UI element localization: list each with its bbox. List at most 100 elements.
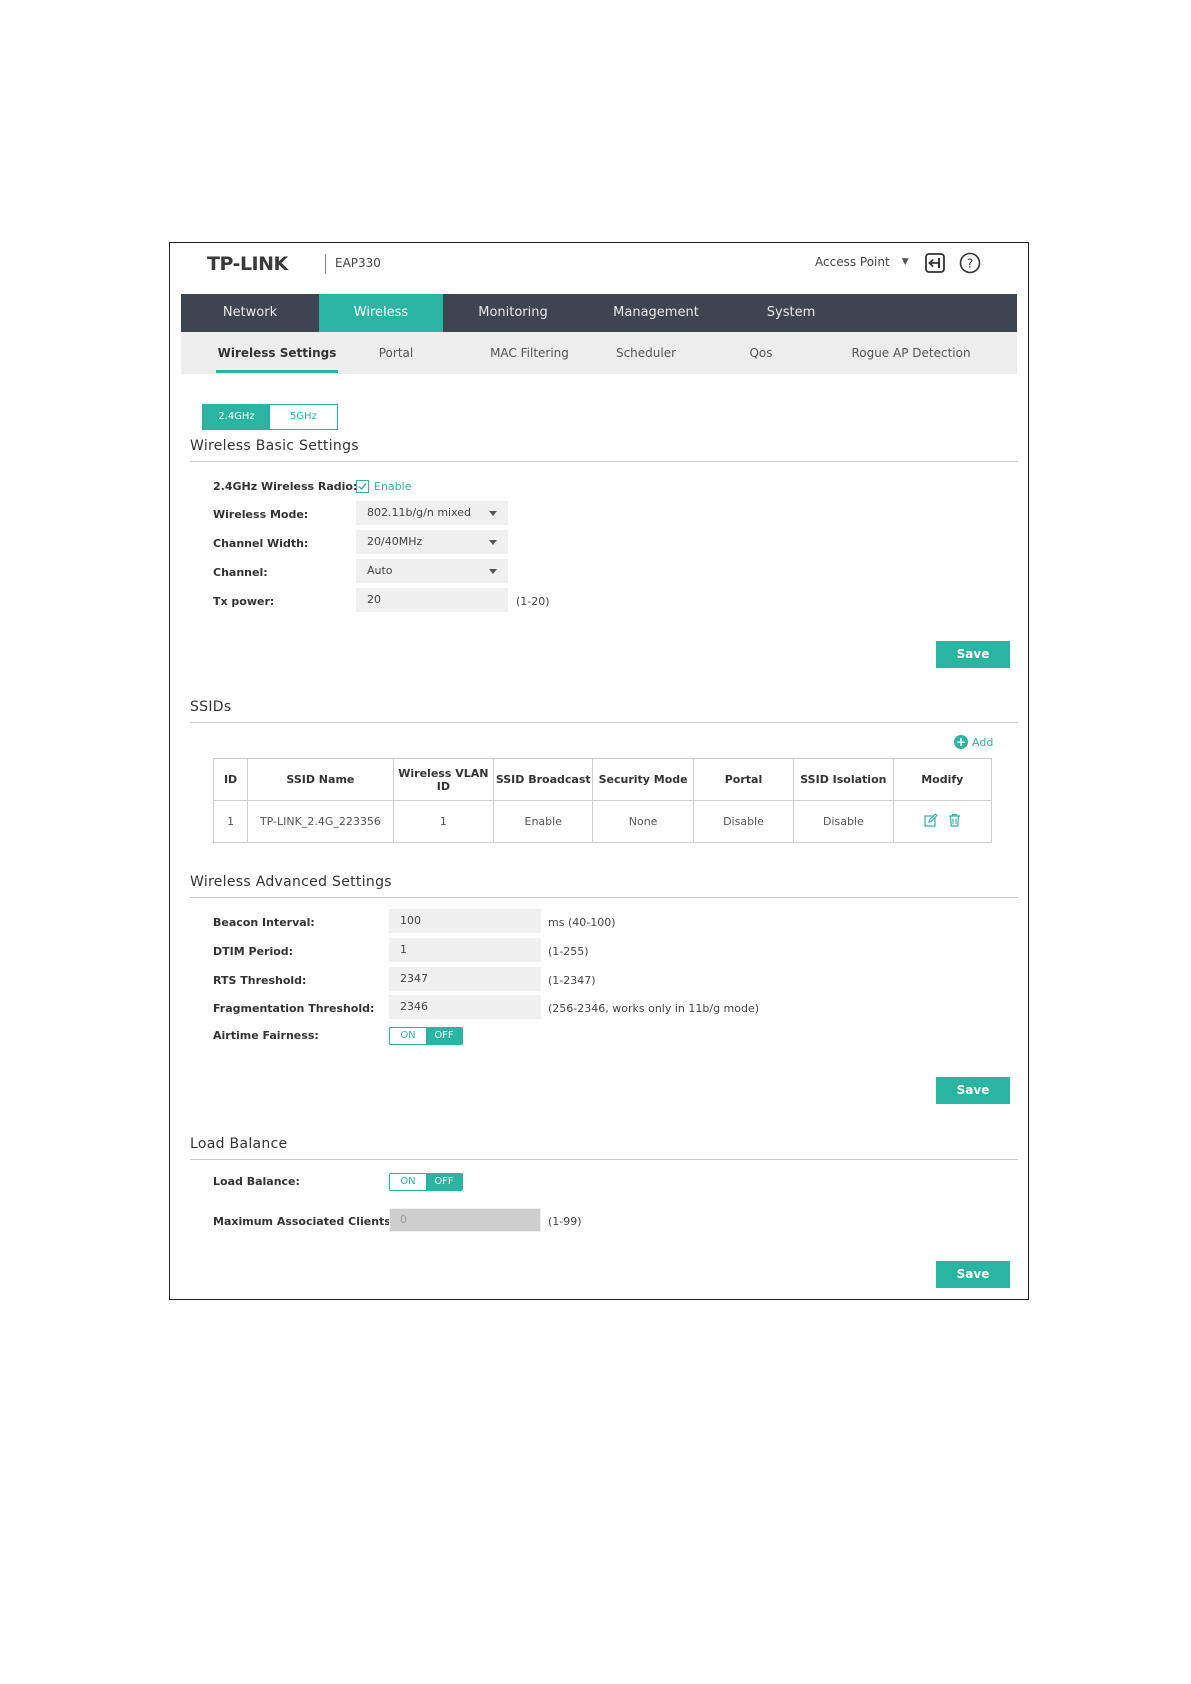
sub-nav: Wireless Settings Portal MAC Filtering S… [181, 332, 1017, 374]
col-ssid-name: SSID Name [247, 758, 394, 801]
frag-hint: (256-2346, works only in 11b/g mode) [548, 1002, 760, 1015]
band-2-4ghz[interactable]: 2.4GHz [203, 405, 270, 429]
advanced-settings-title: Wireless Advanced Settings [190, 874, 392, 890]
rts-threshold-input[interactable]: 2347 [389, 967, 541, 991]
beacon-hint: ms (40-100) [548, 916, 616, 929]
top-bar: TP-LINK EAP330 Access Point ▼ ? [170, 243, 1028, 295]
chevron-down-icon: ▼ [901, 257, 909, 267]
subtab-scheduler[interactable]: Scheduler [606, 332, 686, 374]
subtab-portal[interactable]: Portal [366, 332, 426, 374]
subtab-rogue-ap-detection[interactable]: Rogue AP Detection [831, 332, 991, 374]
max-clients-label: Maximum Associated Clients: [213, 1215, 396, 1228]
dtim-period-input[interactable]: 1 [389, 938, 541, 962]
add-ssid-label: Add [972, 735, 994, 749]
divider [190, 897, 1018, 898]
channel-width-value: 20/40MHz [367, 535, 423, 548]
tab-management[interactable]: Management [583, 294, 729, 332]
col-ssid-isolation: SSID Isolation [793, 758, 894, 801]
load-balance-label: Load Balance: [213, 1175, 300, 1188]
cell-ssid-isolation: Disable [793, 800, 894, 843]
dtim-hint: (1-255) [548, 945, 589, 958]
load-balance-toggle[interactable]: ON OFF [389, 1173, 463, 1191]
toggle-on[interactable]: ON [390, 1028, 426, 1044]
beacon-label: Beacon Interval: [213, 916, 315, 929]
airtime-fairness-toggle[interactable]: ON OFF [389, 1027, 463, 1045]
frag-label: Fragmentation Threshold: [213, 1002, 375, 1015]
col-vlan-id: Wireless VLAN ID [392, 758, 495, 801]
edit-icon[interactable] [924, 813, 938, 830]
subtab-qos[interactable]: Qos [736, 332, 786, 374]
max-clients-hint: (1-99) [548, 1215, 582, 1228]
radio-enable-checkbox[interactable]: Enable [356, 480, 411, 493]
basic-settings-title: Wireless Basic Settings [190, 438, 359, 454]
col-id: ID [212, 758, 249, 801]
cell-vlan-id: 1 [392, 800, 495, 843]
brand-logo: TP-LINK [207, 253, 288, 275]
toggle-on[interactable]: ON [390, 1174, 426, 1190]
mode-label: Wireless Mode: [213, 508, 309, 521]
tab-network[interactable]: Network [181, 294, 319, 332]
toggle-off[interactable]: OFF [426, 1174, 462, 1190]
tx-power-input[interactable]: 20 [356, 588, 508, 612]
device-model: EAP330 [335, 256, 381, 270]
dropdown-arrow-icon [489, 540, 497, 545]
col-portal: Portal [692, 758, 795, 801]
toggle-off[interactable]: OFF [426, 1028, 462, 1044]
channel-width-select[interactable]: 20/40MHz [356, 530, 508, 554]
advanced-save-button[interactable]: Save [936, 1077, 1010, 1104]
subtab-mac-filtering[interactable]: MAC Filtering [477, 332, 582, 374]
rts-label: RTS Threshold: [213, 974, 307, 987]
dtim-label: DTIM Period: [213, 945, 294, 958]
mode-select-value: Access Point [815, 255, 890, 269]
cell-id: 1 [212, 800, 249, 843]
airtime-label: Airtime Fairness: [213, 1029, 319, 1042]
delete-icon[interactable] [948, 813, 961, 830]
cell-portal: Disable [692, 800, 795, 843]
channel-value: Auto [367, 564, 393, 577]
band-toggle: 2.4GHz 5GHz [202, 404, 338, 430]
max-clients-input[interactable]: 0 [389, 1208, 541, 1232]
ssid-table: ID SSID Name Wireless VLAN ID SSID Broad… [212, 758, 993, 843]
add-ssid-button[interactable]: + Add [954, 735, 993, 749]
subtab-wireless-settings[interactable]: Wireless Settings [216, 332, 338, 374]
col-modify: Modify [892, 758, 993, 801]
basic-save-button[interactable]: Save [936, 641, 1010, 668]
mode-select[interactable]: Access Point ▼ [815, 255, 909, 269]
svg-text:?: ? [967, 257, 973, 271]
load-balance-title: Load Balance [190, 1136, 288, 1152]
wireless-mode-select[interactable]: 802.11b/g/n mixed [356, 501, 508, 525]
divider [190, 722, 1018, 723]
beacon-interval-input[interactable]: 100 [389, 909, 541, 933]
cell-ssid-broadcast: Enable [493, 800, 594, 843]
dropdown-arrow-icon [489, 569, 497, 574]
load-balance-save-button[interactable]: Save [936, 1261, 1010, 1288]
table-header-row: ID SSID Name Wireless VLAN ID SSID Broad… [212, 758, 993, 801]
divider [190, 461, 1018, 462]
tx-power-label: Tx power: [213, 595, 275, 608]
fragmentation-threshold-input[interactable]: 2346 [389, 995, 541, 1019]
table-row: 1 TP-LINK_2.4G_223356 1 Enable None Disa… [212, 800, 993, 843]
help-icon[interactable]: ? [959, 252, 981, 274]
tx-power-hint: (1-20) [516, 595, 550, 608]
cell-security-mode: None [592, 800, 694, 843]
channel-select[interactable]: Auto [356, 559, 508, 583]
width-label: Channel Width: [213, 537, 309, 550]
main-nav: Network Wireless Monitoring Management S… [181, 294, 1017, 332]
divider [190, 1159, 1018, 1160]
plus-icon: + [954, 735, 968, 749]
col-security-mode: Security Mode [592, 758, 694, 801]
band-5ghz[interactable]: 5GHz [270, 405, 337, 429]
ssids-title: SSIDs [190, 699, 232, 715]
logout-icon[interactable] [924, 252, 946, 274]
cell-ssid-name: TP-LINK_2.4G_223356 [247, 800, 394, 843]
check-icon [356, 480, 369, 493]
tab-wireless[interactable]: Wireless [319, 294, 443, 332]
radio-label: 2.4GHz Wireless Radio: [213, 480, 358, 493]
cell-modify [892, 800, 993, 843]
tab-system[interactable]: System [729, 294, 853, 332]
active-subtab-indicator [216, 370, 338, 373]
dropdown-arrow-icon [489, 511, 497, 516]
logo-divider [325, 254, 326, 274]
app-window: TP-LINK EAP330 Access Point ▼ ? Network … [169, 242, 1029, 1300]
tab-monitoring[interactable]: Monitoring [443, 294, 583, 332]
